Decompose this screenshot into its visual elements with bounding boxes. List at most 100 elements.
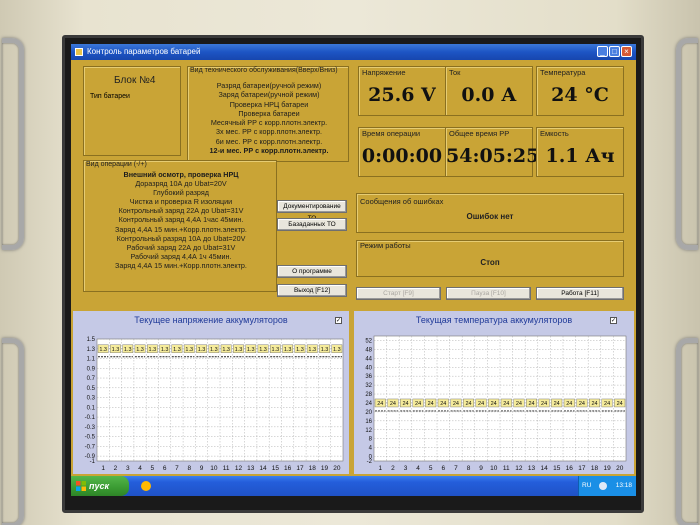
total-time-value: 54:05:25	[446, 145, 540, 167]
maintenance-item[interactable]: Заряд батареи(ручной режим)	[192, 90, 346, 99]
x-tick-label: 16	[284, 465, 292, 472]
operation-item[interactable]: Рабочий заряд 4,4А 1ч 45мин.	[86, 252, 276, 261]
operation-item[interactable]: Контрольный заряд 4,4А 1час 45мин.	[86, 215, 276, 224]
block-title: Блок №4	[114, 75, 156, 86]
operation-item[interactable]: Рабочий заряд 22А до Ubat=31V	[86, 243, 276, 252]
x-tick-label: 15	[553, 465, 561, 472]
maintenance-item[interactable]: Проверка НРЦ батареи	[192, 100, 346, 109]
y-tick-label: 52	[365, 338, 372, 344]
data-label: 1.3	[333, 347, 341, 353]
y-tick-label: 20	[365, 410, 372, 416]
data-label: 24	[415, 401, 421, 407]
x-tick-label: 6	[441, 465, 445, 472]
x-tick-label: 1	[101, 465, 105, 472]
x-tick-label: 10	[210, 465, 218, 472]
data-label: 24	[377, 401, 383, 407]
y-tick-label: -0.1	[85, 415, 96, 421]
error-messages-value: Ошибок нет	[466, 212, 514, 221]
exit-button[interactable]: Выход [F12]	[277, 284, 347, 297]
maintenance-item[interactable]: Проверка батареи	[192, 109, 346, 118]
temperature-label: Температура	[540, 68, 586, 77]
x-tick-label: 5	[429, 465, 433, 472]
documentation-to-button[interactable]: Документирование ТО	[277, 200, 347, 222]
x-tick-label: 14	[259, 465, 267, 472]
x-tick-label: 9	[479, 465, 483, 472]
maintenance-item[interactable]: 3х мес. РР с корр.плотн.электр.	[192, 127, 346, 136]
close-icon[interactable]: ×	[621, 46, 632, 57]
data-label: 1.3	[308, 347, 316, 353]
data-label: 1.3	[136, 347, 144, 353]
error-messages-panel: Сообщения об ошибках Ошибок нет	[356, 193, 624, 233]
about-button[interactable]: О программе	[277, 265, 347, 278]
y-tick-label: 0.5	[87, 386, 96, 392]
quicklaunch-icon[interactable]	[141, 481, 151, 491]
operation-item[interactable]: Доразряд 10А до Ubat=20V	[86, 179, 276, 188]
y-tick-label: 36	[365, 374, 372, 380]
data-label: 1.3	[235, 347, 243, 353]
x-tick-label: 19	[321, 465, 329, 472]
operation-item[interactable]: Контрольный разряд 10А до Ubat=20V	[86, 234, 276, 243]
battery-type-label: Тип батареи	[90, 93, 130, 100]
operation-item[interactable]: Заряд 4,4А 15 мин.+Корр.плотн.электр.	[86, 261, 276, 270]
x-tick-label: 8	[187, 465, 191, 472]
x-tick-label: 7	[454, 465, 458, 472]
start-button[interactable]: Старт [F9]	[356, 287, 441, 300]
y-tick-label: -0.7	[85, 444, 96, 450]
data-label: 24	[541, 401, 547, 407]
x-tick-label: 12	[515, 465, 523, 472]
data-label: 1.3	[198, 347, 206, 353]
block-panel: Блок №4 Тип батареи	[83, 66, 181, 156]
start-menu-button[interactable]: пуск	[71, 476, 129, 496]
operation-item[interactable]: Заряд 4,4А 15 мин.+Корр.плотн.электр.	[86, 225, 276, 234]
maximize-icon[interactable]: □	[609, 46, 620, 57]
x-tick-label: 9	[200, 465, 204, 472]
data-label: 24	[503, 401, 509, 407]
op-time-metric: Время операции 0:00:00	[358, 127, 446, 177]
maintenance-type-panel: Вид технического обслуживания(Вверх/Вниз…	[187, 66, 349, 162]
x-tick-label: 20	[333, 465, 341, 472]
maintenance-item[interactable]: Месячный РР с корр.плотн.электр.	[192, 118, 346, 127]
current-value: 0.0 А	[461, 84, 517, 106]
y-tick-label: -0.3	[85, 425, 96, 431]
y-tick-label: 12	[365, 428, 372, 434]
y-tick-label: 28	[365, 392, 372, 398]
window-title: Контроль параметров батарей	[87, 47, 201, 56]
work-button[interactable]: Работа [F11]	[536, 287, 624, 300]
operation-item[interactable]: Чистка и проверка R изоляции	[86, 197, 276, 206]
maintenance-item[interactable]: Разряд батареи(ручной режим)	[192, 81, 346, 90]
work-mode-value: Стоп	[480, 258, 500, 267]
operation-item[interactable]: Глубокий разряд	[86, 188, 276, 197]
maintenance-item[interactable]: 6и мес. РР с корр.плотн.электр.	[192, 137, 346, 146]
operation-type-panel: Вид операции (-/+) Внешний осмотр, прове…	[83, 160, 277, 292]
x-tick-label: 18	[591, 465, 599, 472]
window-titlebar[interactable]: Контроль параметров батарей _ □ ×	[71, 44, 636, 60]
database-to-button[interactable]: Базаданных ТО	[277, 218, 347, 231]
tray-icon[interactable]	[599, 482, 607, 490]
data-label: 24	[579, 401, 585, 407]
x-tick-label: 8	[467, 465, 471, 472]
x-tick-label: 6	[163, 465, 167, 472]
x-tick-label: 4	[138, 465, 142, 472]
language-indicator[interactable]: RU	[582, 476, 591, 496]
x-tick-label: 20	[616, 465, 624, 472]
data-label: 24	[428, 401, 434, 407]
minimize-icon[interactable]: _	[597, 46, 608, 57]
y-tick-label: 44	[365, 356, 372, 362]
y-tick-label: 1.1	[87, 357, 96, 363]
data-label: 24	[440, 401, 446, 407]
x-tick-label: 3	[404, 465, 408, 472]
x-tick-label: 3	[126, 465, 130, 472]
taskbar: пуск RU 13:18	[71, 476, 636, 496]
operations-header: Вид операции (-/+)	[86, 161, 147, 168]
x-tick-label: 13	[247, 465, 255, 472]
data-label: 1.3	[99, 347, 107, 353]
y-tick-label: 1.5	[87, 337, 96, 343]
data-label: 1.3	[247, 347, 255, 353]
data-label: 1.3	[173, 347, 181, 353]
maintenance-item-selected[interactable]: 12-и мес. РР с корр.плотн.электр.	[192, 146, 346, 155]
pause-button[interactable]: Пауза [F10]	[446, 287, 531, 300]
operation-item-selected[interactable]: Внешний осмотр, проверка НРЦ	[86, 170, 276, 179]
y-tick-label: 32	[365, 383, 372, 389]
x-tick-label: 2	[391, 465, 395, 472]
operation-item[interactable]: Контрольный заряд 22А до Ubat=31V	[86, 206, 276, 215]
